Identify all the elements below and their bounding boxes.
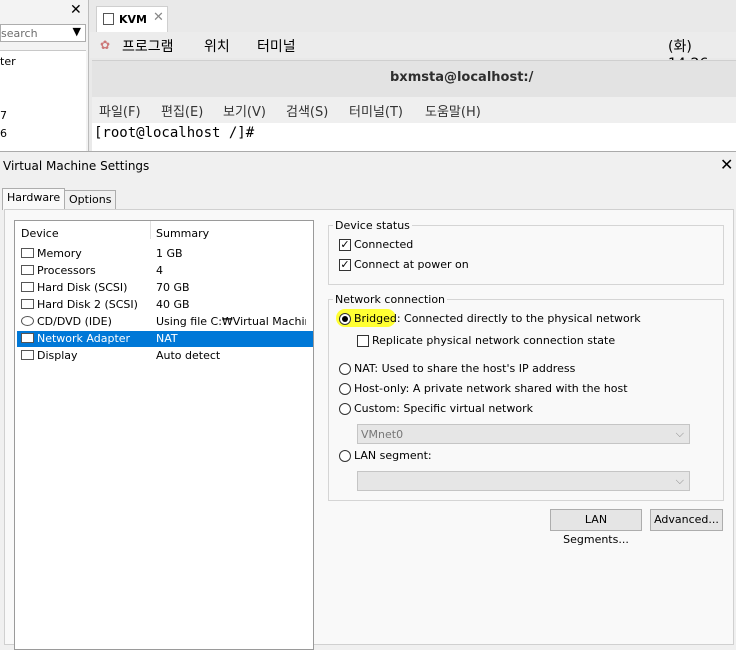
connected-checkbox[interactable]: ✓ (339, 239, 351, 251)
device-summary: Using file C:₩Virtual Machin... (156, 315, 306, 328)
terminal-titlebar: bxmsta@localhost:/ (92, 60, 736, 98)
menu-help[interactable]: 도움말(H) (425, 101, 481, 120)
gnome-top-bar: ✿ 프로그램 위치 터미널 (화) 14:26 (90, 32, 736, 72)
summary-column-header[interactable]: Summary (156, 227, 209, 240)
tab-options[interactable]: Options (64, 190, 117, 210)
host-only-label[interactable]: Host-only: A private network shared with… (354, 382, 628, 395)
chevron-down-icon: ⌵ (675, 427, 684, 440)
device-summary: Auto detect (156, 349, 221, 362)
device-summary: 40 GB (156, 298, 190, 311)
chevron-down-icon: ⌵ (675, 474, 684, 487)
search-placeholder: search (1, 27, 38, 40)
device-summary: NAT (156, 332, 178, 345)
menu-terminal[interactable]: 터미널(T) (349, 101, 403, 120)
device-row-network-adapter[interactable]: Network Adapter NAT (17, 331, 313, 347)
bridged-keyword: Bridged: (354, 312, 401, 325)
device-name: CD/DVD (IDE) (37, 315, 112, 328)
tab-close-icon[interactable]: ✕ (153, 10, 164, 25)
network-adapter-icon (21, 333, 34, 343)
device-status-group (328, 225, 724, 285)
applications-icon: ✿ (100, 38, 111, 52)
cd-dvd-icon (21, 316, 34, 326)
device-row-memory[interactable]: Memory 1 GB (17, 246, 313, 262)
dialog-title: Virtual Machine Settings (3, 159, 150, 173)
custom-label[interactable]: Custom: Specific virtual network (354, 402, 533, 415)
nat-label[interactable]: NAT: Used to share the host's IP address (354, 362, 575, 375)
device-list[interactable]: Device Summary Memory 1 GB Processors 4 … (14, 220, 314, 650)
bridged-description: Connected directly to the physical netwo… (400, 312, 641, 325)
connected-label[interactable]: Connected (354, 238, 413, 251)
library-panel: ✕ search ▼ ter 7 6 (0, 0, 89, 153)
tab-hardware[interactable]: Hardware (2, 188, 66, 210)
connect-at-power-on-label[interactable]: Connect at power on (354, 258, 469, 271)
device-name: Hard Disk 2 (SCSI) (37, 298, 138, 311)
vmnet-dropdown[interactable]: VMnet0 ⌵ (357, 424, 690, 444)
hard-disk-icon (21, 299, 34, 309)
replicate-label[interactable]: Replicate physical network connection st… (372, 334, 615, 347)
menu-edit[interactable]: 편집(E) (161, 101, 203, 120)
library-close-icon[interactable]: ✕ (70, 2, 82, 18)
menu-view[interactable]: 보기(V) (223, 101, 266, 120)
terminal-menubar: 파일(F) 편집(E) 보기(V) 검색(S) 터미널(T) 도움말(H) (92, 97, 736, 123)
hard-disk-icon (21, 282, 34, 292)
advanced-button[interactable]: Advanced... (650, 509, 723, 531)
library-item[interactable]: 7 (0, 109, 7, 122)
device-name: Network Adapter (37, 332, 131, 345)
device-name: Hard Disk (SCSI) (37, 281, 128, 294)
library-list: ter 7 6 (0, 50, 86, 153)
lan-segment-radio[interactable] (339, 450, 351, 462)
vmnet-value: VMnet0 (361, 428, 404, 441)
chevron-down-icon[interactable]: ▼ (73, 25, 81, 38)
terminal-body[interactable]: [root@localhost /]# (92, 123, 736, 152)
vm-settings-dialog: Virtual Machine Settings ✕ Hardware Opti… (0, 151, 736, 650)
device-column-header[interactable]: Device (21, 227, 59, 240)
display-icon (21, 350, 34, 360)
menu-terminal[interactable]: 터미널 (257, 36, 296, 56)
nat-radio[interactable] (339, 363, 351, 375)
library-item[interactable]: 6 (0, 127, 7, 140)
vm-icon (103, 13, 114, 25)
device-row-hard-disk[interactable]: Hard Disk (SCSI) 70 GB (17, 280, 313, 296)
device-summary: 70 GB (156, 281, 190, 294)
memory-icon (21, 248, 34, 258)
menu-file[interactable]: 파일(F) (99, 101, 141, 120)
tab-kvm[interactable]: KVM ✕ (96, 6, 168, 32)
device-row-hard-disk-2[interactable]: Hard Disk 2 (SCSI) 40 GB (17, 297, 313, 313)
custom-radio[interactable] (339, 403, 351, 415)
terminal-title: bxmsta@localhost:/ (390, 70, 534, 85)
device-row-processors[interactable]: Processors 4 (17, 263, 313, 279)
connect-at-power-on-checkbox[interactable]: ✓ (339, 259, 351, 271)
lan-segment-dropdown[interactable]: ⌵ (357, 471, 690, 491)
menu-places[interactable]: 위치 (204, 36, 230, 56)
lan-segments-button[interactable]: LAN Segments... (550, 509, 642, 546)
tab-label: KVM (119, 13, 147, 26)
menu-programs[interactable]: 프로그램 (122, 36, 174, 56)
lan-segment-label[interactable]: LAN segment: (354, 449, 432, 462)
bridged-label[interactable]: Bridged: Connected directly to the physi… (354, 312, 641, 325)
device-name: Memory (37, 247, 82, 260)
device-summary: 1 GB (156, 247, 183, 260)
device-row-cd-dvd[interactable]: CD/DVD (IDE) Using file C:₩Virtual Machi… (17, 314, 313, 330)
close-icon[interactable]: ✕ (720, 155, 733, 174)
processor-icon (21, 265, 34, 275)
library-search-input[interactable]: search ▼ (0, 24, 86, 42)
column-divider[interactable] (150, 221, 151, 239)
network-connection-label: Network connection (333, 293, 448, 306)
device-summary: 4 (156, 264, 163, 277)
replicate-checkbox[interactable] (357, 335, 369, 347)
device-name: Processors (37, 264, 96, 277)
device-name: Display (37, 349, 78, 362)
device-status-label: Device status (333, 219, 412, 232)
device-row-display[interactable]: Display Auto detect (17, 348, 313, 364)
terminal-prompt: [root@localhost /]# (94, 125, 255, 141)
host-only-radio[interactable] (339, 383, 351, 395)
bridged-radio[interactable] (339, 313, 351, 325)
library-item[interactable]: ter (0, 55, 16, 68)
menu-search[interactable]: 검색(S) (286, 101, 328, 120)
